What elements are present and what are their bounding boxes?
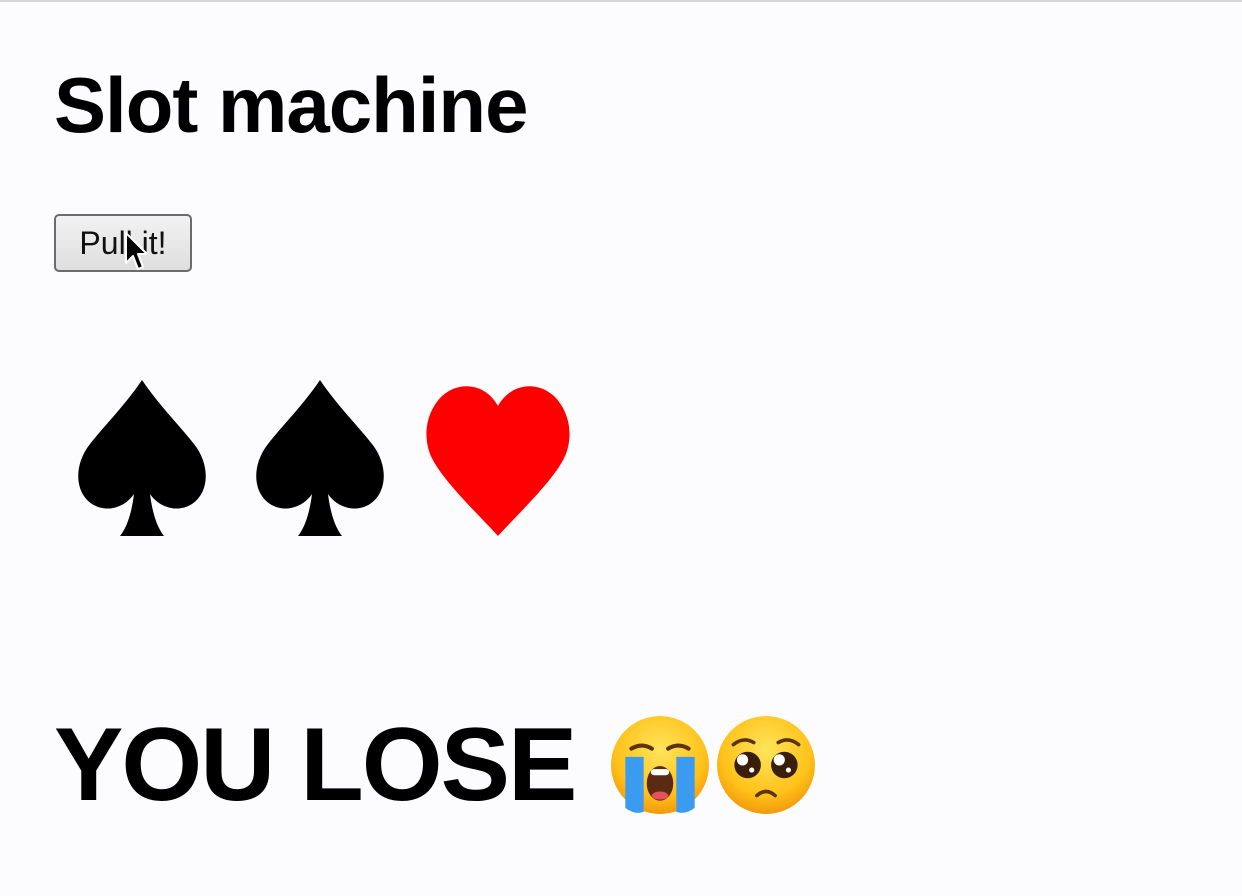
pleading-face-icon [715, 714, 817, 816]
loudly-crying-face-icon [609, 714, 711, 816]
reel-2 [244, 376, 404, 546]
result-message: YOU LOSE [54, 710, 817, 820]
reel-3 [420, 376, 580, 546]
reel-1 [66, 376, 226, 546]
slot-reels [66, 376, 606, 546]
heart-icon [426, 386, 570, 536]
pull-button[interactable]: Pull it! [54, 214, 192, 272]
spade-icon [256, 380, 384, 536]
spade-icon [78, 380, 206, 536]
result-text: YOU LOSE [54, 707, 577, 823]
page-title: Slot machine [54, 61, 528, 149]
slot-machine-page: Slot machine Pull it! YOU LOSE [0, 0, 1242, 896]
